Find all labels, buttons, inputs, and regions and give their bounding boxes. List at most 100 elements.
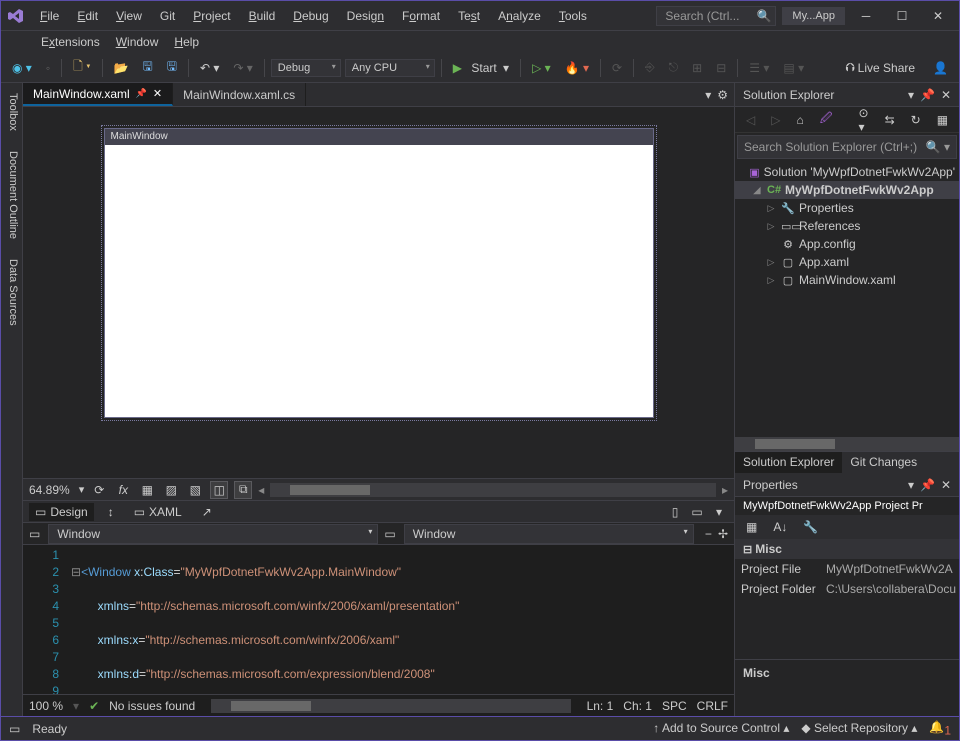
tree-mainwindow-xaml[interactable]: ▷▢MainWindow.xaml <box>735 271 959 289</box>
config-dropdown[interactable]: Debug <box>271 59 341 77</box>
menu-format[interactable]: Format <box>393 1 449 31</box>
start-nodebug-button[interactable]: ▷ ▾ <box>527 58 556 78</box>
tree-references[interactable]: ▷▭▭References <box>735 217 959 235</box>
props-pin-icon[interactable]: 📌 <box>920 478 935 492</box>
platform-dropdown[interactable]: Any CPU <box>345 59 435 77</box>
grid2-icon[interactable]: ▨ <box>162 481 180 499</box>
sync-button[interactable]: ⟳ <box>607 58 627 78</box>
popout-icon[interactable]: ↗ <box>196 503 218 521</box>
se-search-input[interactable]: Search Solution Explorer (Ctrl+;) 🔍 ▾ <box>737 135 957 159</box>
tab-solution-explorer[interactable]: Solution Explorer <box>735 452 842 473</box>
save-all-button[interactable]: 🖫 <box>162 54 182 81</box>
swap-panes-button[interactable]: ↕ <box>102 503 120 521</box>
tab-git-changes[interactable]: Git Changes <box>842 452 925 473</box>
start-debug-button[interactable]: ▶ Start ▾ <box>448 58 514 78</box>
se-sync-icon[interactable]: ⊙ ▾ <box>854 103 874 137</box>
account-button[interactable]: 👤 <box>928 58 953 78</box>
add-source-control[interactable]: ↑ Add to Source Control ▴ <box>653 721 789 735</box>
props-row-projectfolder[interactable]: Project FolderC:\Users\collabera\Docu <box>735 579 959 599</box>
fx-icon[interactable]: fx <box>114 481 132 499</box>
menu-window[interactable]: Window <box>116 31 159 53</box>
wpf-preview-window[interactable]: MainWindow <box>104 128 654 418</box>
se-back-icon[interactable]: ◁ <box>741 110 760 130</box>
grid1-icon[interactable]: ▦ <box>138 481 156 499</box>
data-sources-tab[interactable]: Data Sources <box>1 249 22 336</box>
se-scope-icon[interactable]: 🖉 <box>815 106 838 133</box>
code-hscroll[interactable] <box>211 699 570 713</box>
col-indicator[interactable]: Ch: 1 <box>623 699 652 713</box>
scroll-right-icon[interactable]: ▸ <box>722 483 728 497</box>
props-category-misc[interactable]: ⊟ Misc <box>735 539 959 559</box>
menu-file[interactable]: File <box>31 1 68 31</box>
search-input[interactable]: Search (Ctrl... 🔍 <box>656 6 776 26</box>
props-wrench-icon[interactable]: 🔧 <box>798 517 823 537</box>
hot-reload-button[interactable]: 🔥 ▾ <box>560 58 594 78</box>
tb-misc3[interactable]: ☰ ▾ <box>744 58 774 78</box>
design-canvas[interactable]: MainWindow <box>23 107 734 478</box>
tree-project[interactable]: ◢C#MyWpfDotnetFwkWv2App <box>735 181 959 199</box>
split-v-icon[interactable]: ▭ <box>688 503 706 521</box>
tab-gear-icon[interactable]: ⚙ <box>717 88 728 102</box>
xaml-member-dropdown[interactable]: Window <box>404 524 694 544</box>
undo-button[interactable]: ↶ ▾ <box>195 58 224 78</box>
notifications-icon[interactable]: 🔔1 <box>929 720 951 737</box>
tab-mainwindow-xaml[interactable]: MainWindow.xaml 📌 ✕ <box>23 83 173 106</box>
nav-fwd-button[interactable]: ◦ <box>41 58 55 78</box>
live-share-button[interactable]: ⮉ Live Share <box>841 57 921 78</box>
scroll-left-icon[interactable]: ◂ <box>258 483 264 497</box>
solution-pill[interactable]: My...App <box>782 7 845 25</box>
menu-test[interactable]: Test <box>449 1 489 31</box>
se-home-icon[interactable]: ⌂ <box>791 110 808 130</box>
collapse-icon[interactable]: ▾ <box>710 503 728 521</box>
tree-app-config[interactable]: ⚙App.config <box>735 235 959 253</box>
redo-button[interactable]: ↷ ▾ <box>228 58 257 78</box>
tb-misc1[interactable]: ⊞ <box>687 58 707 78</box>
step-button[interactable]: ⎆ <box>640 57 660 78</box>
toolbox-tab[interactable]: Toolbox <box>1 83 22 141</box>
se-showall-icon[interactable]: ▦ <box>932 110 953 130</box>
se-hscroll[interactable] <box>735 437 959 451</box>
menu-debug[interactable]: Debug <box>284 1 337 31</box>
indent-indicator[interactable]: SPC <box>662 699 687 713</box>
open-file-button[interactable]: 📂 <box>109 58 134 78</box>
tab-dropdown-icon[interactable]: ▾ <box>705 88 711 102</box>
eol-indicator[interactable]: CRLF <box>697 699 728 713</box>
designer-hscroll[interactable] <box>270 483 716 497</box>
menu-analyze[interactable]: Analyze <box>489 1 550 31</box>
se-refresh-icon[interactable]: ↻ <box>906 110 926 130</box>
bp-button[interactable]: ⎋ <box>664 57 684 78</box>
snap-icon[interactable]: ▧ <box>186 481 204 499</box>
snap-lines-icon[interactable]: ◫ <box>210 481 228 499</box>
menu-edit[interactable]: Edit <box>68 1 107 31</box>
minimize-button[interactable]: ─ <box>851 6 881 26</box>
tab-mainwindow-xaml-cs[interactable]: MainWindow.xaml.cs <box>173 83 306 106</box>
close-tab-icon[interactable]: ✕ <box>153 87 162 100</box>
new-project-button[interactable]: 🗋 ▾ <box>68 54 95 81</box>
select-repository[interactable]: ◆ Select Repository ▴ <box>801 721 917 735</box>
props-row-projectfile[interactable]: Project FileMyWpfDotnetFwkWv2A <box>735 559 959 579</box>
pin-icon[interactable]: 📌 <box>136 88 147 99</box>
tree-properties[interactable]: ▷🔧Properties <box>735 199 959 217</box>
device-icon[interactable]: ⧉ <box>234 481 252 499</box>
menu-view[interactable]: View <box>107 1 151 31</box>
xaml-plus-icon[interactable]: ✢ <box>718 527 728 541</box>
tb-misc2[interactable]: ⊟ <box>711 58 731 78</box>
maximize-button[interactable]: ☐ <box>887 6 917 26</box>
menu-build[interactable]: Build <box>240 1 285 31</box>
xaml-minus-icon[interactable]: − <box>705 527 712 541</box>
se-collapse-icon[interactable]: ⇆ <box>880 110 900 130</box>
se-close-icon[interactable]: ✕ <box>941 88 951 102</box>
design-tab[interactable]: ▭ Design <box>29 503 94 521</box>
menu-project[interactable]: Project <box>184 1 239 31</box>
xaml-code-editor[interactable]: 123 456 789 ⊟<Window x:Class="MyWpfDotne… <box>23 544 734 694</box>
props-dropdown-icon[interactable]: ▾ <box>908 478 914 492</box>
props-cat-icon[interactable]: ▦ <box>741 517 762 537</box>
nav-back-button[interactable]: ◉ ▾ <box>7 58 37 78</box>
save-button[interactable]: 🖫 <box>137 54 157 81</box>
line-indicator[interactable]: Ln: 1 <box>587 699 614 713</box>
xaml-tab[interactable]: ▭ XAML <box>128 503 188 521</box>
zoom-level[interactable]: 64.89% <box>29 483 70 497</box>
split-h-icon[interactable]: ▯ <box>666 503 684 521</box>
tree-solution[interactable]: ▣Solution 'MyWpfDotnetFwkWv2App' <box>735 163 959 181</box>
menu-extensions[interactable]: Extensions <box>41 31 100 53</box>
